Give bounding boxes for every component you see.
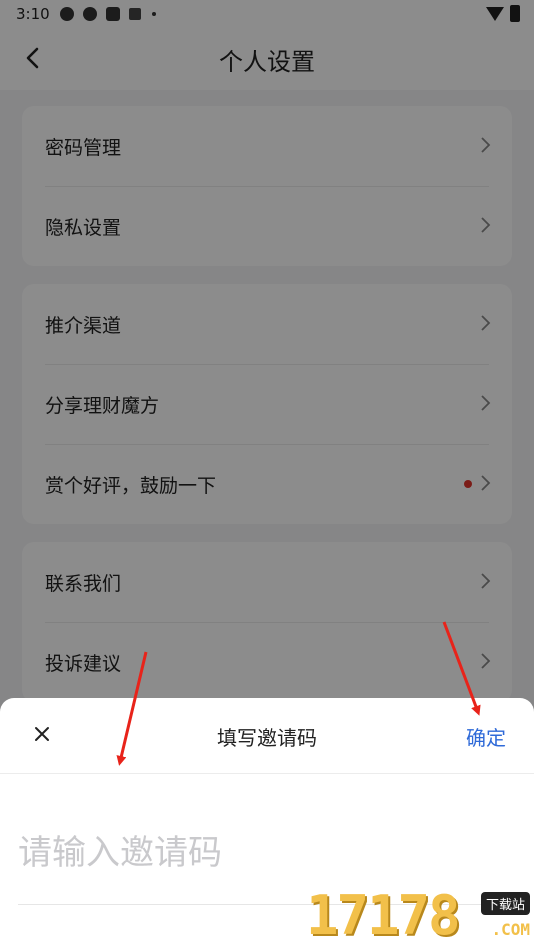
sheet-title: 填写邀请码: [217, 726, 317, 750]
watermark-badge: 下载站: [480, 892, 530, 915]
divider: [0, 773, 534, 774]
watermark-logo: 17178 下载站 .COM: [306, 882, 532, 948]
watermark-digits: 17178: [306, 884, 461, 947]
invite-code-input[interactable]: [18, 823, 516, 883]
confirm-button[interactable]: 确定: [466, 722, 506, 751]
watermark-suffix: .COM: [491, 920, 530, 939]
